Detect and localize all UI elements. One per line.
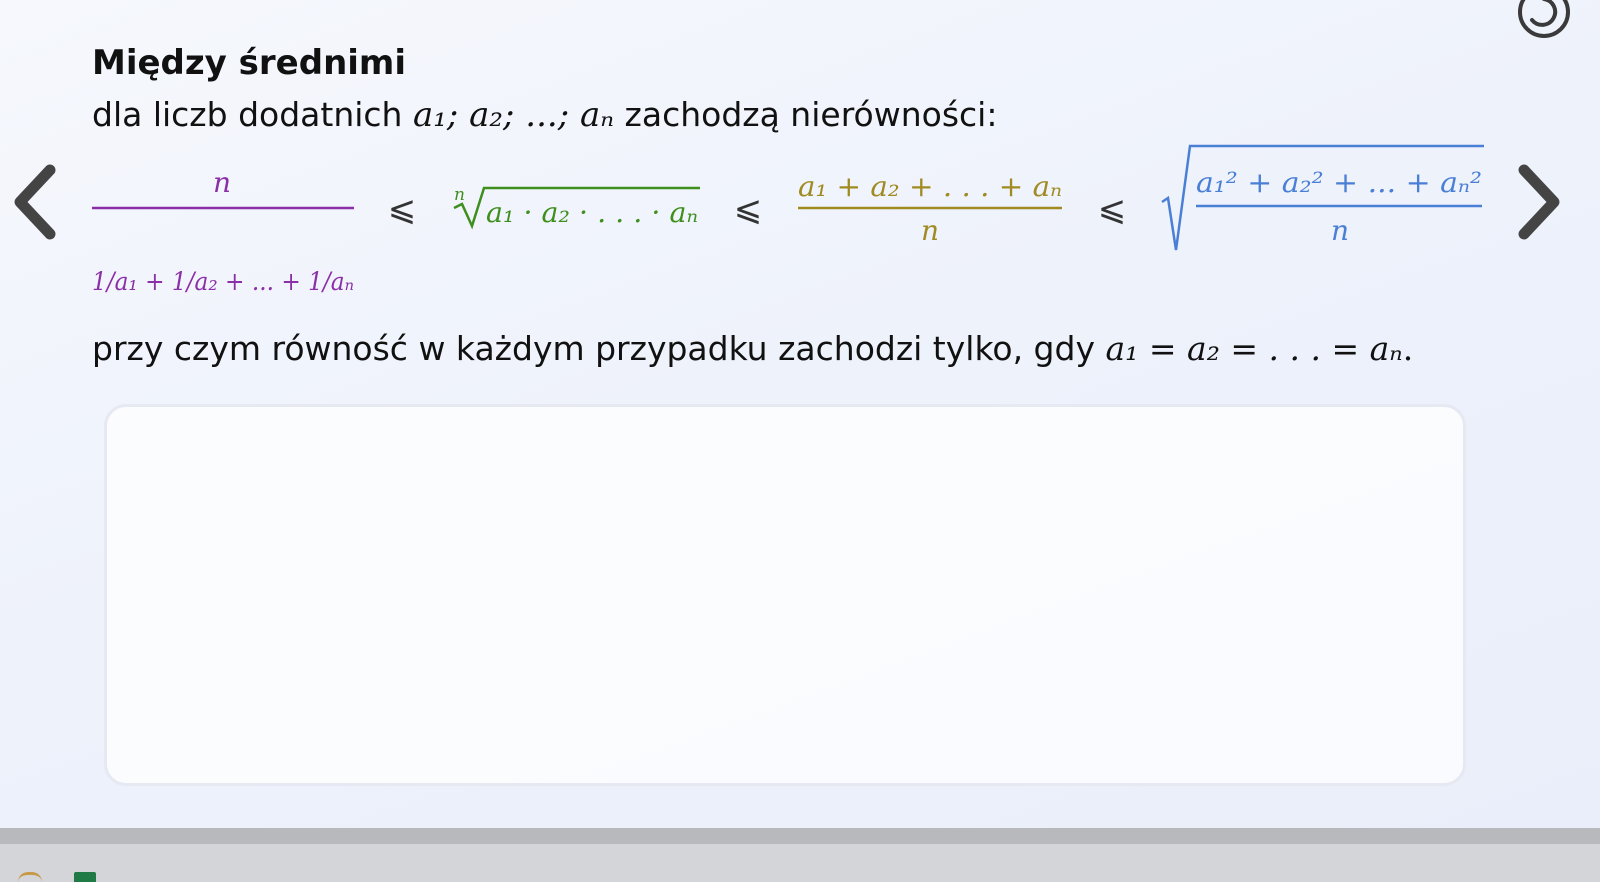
intro-sentence: dla liczb dodatnich a₁; a₂; ...; aₙ zach… xyxy=(92,92,997,138)
quadratic-numerator: a₁² + a₂² + ... + aₙ² xyxy=(1196,166,1482,199)
intro-text: dla liczb dodatnich xyxy=(92,95,403,134)
means-inequality-formula: n 1/a₁ + 1/a₂ + ... + 1/aₙ ⩽ n a₁ · a₂ ·… xyxy=(80,144,1510,310)
geometric-root-index: n xyxy=(454,185,465,205)
relation-sign-2: ⩽ xyxy=(734,189,763,229)
quadratic-mean: a₁² + a₂² + ... + aₙ² n xyxy=(1161,144,1484,251)
equality-text: przy czym równość w każdym przypadku zac… xyxy=(92,329,1095,368)
relation-sign-1: ⩽ xyxy=(388,189,417,229)
equality-condition: a₁ = a₂ = . . . = aₙ xyxy=(1105,329,1403,368)
harmonic-mean: n 1/a₁ + 1/a₂ + ... + 1/aₙ xyxy=(92,166,354,296)
previous-slide-button[interactable] xyxy=(6,160,62,244)
intro-variables: a₁; a₂; ...; aₙ xyxy=(412,95,615,135)
taskbar-app-icon[interactable] xyxy=(18,872,42,882)
geometric-mean: n a₁ · a₂ · . . . · aₙ xyxy=(453,185,700,230)
equality-condition-sentence: przy czym równość w każdym przypadku zac… xyxy=(92,326,1413,372)
quadratic-denominator: n xyxy=(1331,214,1349,247)
taskbar xyxy=(0,828,1600,882)
intro-suffix: zachodzą nierówności: xyxy=(624,95,998,134)
loading-spinner-icon xyxy=(1514,0,1574,42)
arithmetic-denominator: n xyxy=(921,214,939,247)
page-title: Między średnimi xyxy=(92,43,407,83)
chevron-left-icon xyxy=(14,164,56,240)
geometric-radicand: a₁ · a₂ · . . . · aₙ xyxy=(486,196,698,229)
next-slide-button[interactable] xyxy=(1512,160,1568,244)
taskbar-spreadsheet-icon[interactable] xyxy=(74,872,96,882)
content-panel xyxy=(104,404,1466,786)
relation-sign-3: ⩽ xyxy=(1098,189,1127,229)
chevron-right-icon xyxy=(1518,164,1560,240)
arithmetic-mean: a₁ + a₂ + . . . + aₙ n xyxy=(798,170,1062,247)
equality-end: . xyxy=(1402,329,1414,368)
harmonic-numerator: n xyxy=(213,166,231,199)
arithmetic-numerator: a₁ + a₂ + . . . + aₙ xyxy=(798,170,1062,203)
harmonic-denominator: 1/a₁ + 1/a₂ + ... + 1/aₙ xyxy=(92,267,354,296)
